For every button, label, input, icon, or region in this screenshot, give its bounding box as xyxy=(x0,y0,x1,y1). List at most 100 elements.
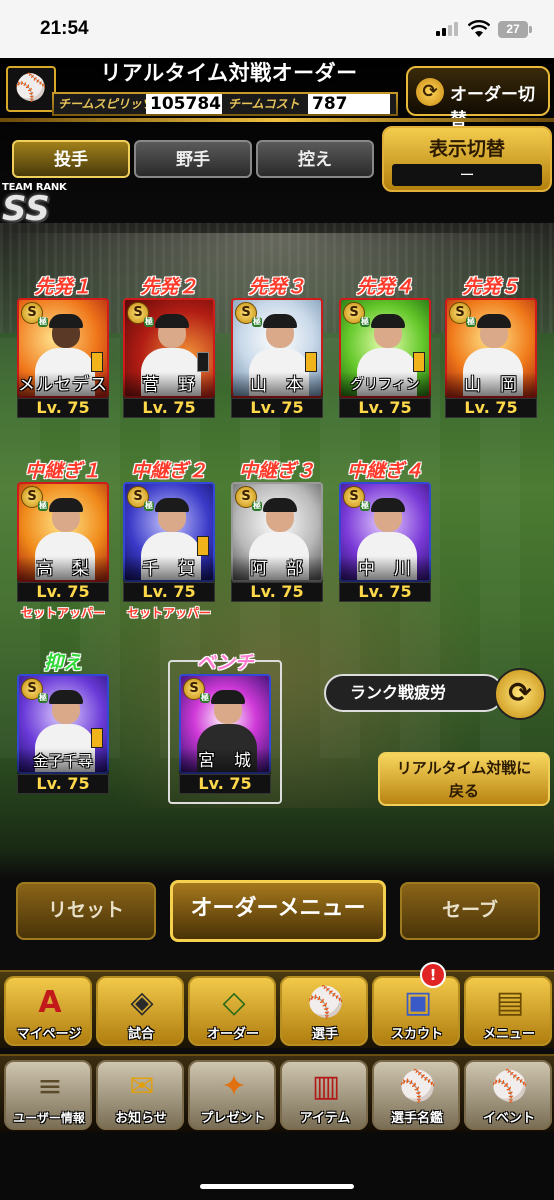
setup-man-tag: セットアッパー xyxy=(126,606,211,620)
nav-player-directory[interactable]: ⚾ 選手名鑑 xyxy=(372,1060,460,1130)
nav-game[interactable]: ◈ 試合 xyxy=(96,976,184,1046)
diamond-field-icon: ◇ xyxy=(222,985,246,1020)
order-switch-label: オーダー切替 xyxy=(450,85,535,130)
player-name: 千 賀 xyxy=(123,556,215,582)
player-name: 菅 野 xyxy=(123,372,215,398)
team-logo-icon[interactable]: ⚾ xyxy=(6,66,56,112)
player-name: メルセデス xyxy=(17,372,109,398)
player-name: グリフィン xyxy=(339,372,431,398)
scout-card-icon: ▣ xyxy=(403,985,433,1020)
rarity-s-badge-icon: S極 xyxy=(449,302,476,327)
nav-label: 試合 xyxy=(127,1027,154,1042)
sub-nav: ≡ ユーザー情報 ✉ お知らせ ✦ プレゼント ▥ アイテム ⚾ 選手名鑑 ⚾ … xyxy=(0,1054,554,1132)
player-level: Lv. 75 xyxy=(179,774,271,794)
rarity-s-badge-icon: S極 xyxy=(343,302,370,327)
team-stats-strip: チームスピリッツ 105784 チームコスト 787 xyxy=(52,92,398,116)
player-directory-icon: ⚾ xyxy=(399,1069,437,1104)
slot-role: 先発３ xyxy=(248,276,306,298)
team-cost-label: チームコスト xyxy=(228,97,300,111)
team-spirits-label: チームスピリッツ xyxy=(58,97,154,111)
item-book-icon: ▥ xyxy=(311,1069,341,1104)
condition-chip xyxy=(305,352,317,372)
condition-chip xyxy=(197,536,209,556)
slot-role: 先発５ xyxy=(462,276,520,298)
nav-present[interactable]: ✦ プレゼント xyxy=(188,1060,276,1130)
page-title-bar: リアルタイム対戦オーダー xyxy=(60,58,398,90)
status-time: 21:54 xyxy=(40,18,89,39)
nav-label: メニュー xyxy=(482,1027,535,1042)
slot-role: 抑え xyxy=(43,652,82,674)
rank-fatigue-label: ランク戦疲労 xyxy=(324,674,504,712)
player-level: Lv. 75 xyxy=(123,582,215,602)
tab-reserve[interactable]: 控え xyxy=(256,140,374,178)
nav-players[interactable]: ⚾ 選手 xyxy=(280,976,368,1046)
slot-role: 先発１ xyxy=(34,276,92,298)
player-level: Lv. 75 xyxy=(231,582,323,602)
back-button-line1: リアルタイム対戦に xyxy=(396,759,532,777)
display-switch-value: ー xyxy=(392,164,542,186)
rarity-s-badge-icon: S極 xyxy=(183,678,210,703)
position-tabs: 投手 野手 控え xyxy=(12,140,376,180)
stadium-icon: ◈ xyxy=(130,985,154,1020)
rarity-s-badge-icon: S極 xyxy=(235,302,262,327)
nav-event[interactable]: ⚾ イベント xyxy=(464,1060,552,1130)
nav-news[interactable]: ✉ お知らせ xyxy=(96,1060,184,1130)
condition-chip xyxy=(197,352,209,372)
nav-label: アイテム xyxy=(299,1111,351,1126)
order-switch-button[interactable]: ⟳ オーダー切替 xyxy=(406,66,550,130)
nav-user-info[interactable]: ≡ ユーザー情報 xyxy=(4,1060,92,1130)
rarity-s-badge-icon: S極 xyxy=(127,302,154,327)
nav-label: 選手 xyxy=(311,1027,338,1042)
main-nav: A マイページ ◈ 試合 ◇ オーダー ⚾ 選手 ▣ スカウト ▤ メニュー xyxy=(0,970,554,1048)
nav-label: プレゼント xyxy=(200,1111,266,1126)
slot-role: 中継ぎ３ xyxy=(238,460,315,482)
wifi-icon xyxy=(468,20,490,37)
nav-label: スカウト xyxy=(390,1027,443,1042)
nav-label: イベント xyxy=(482,1111,535,1126)
slot-role: 先発２ xyxy=(140,276,198,298)
player-level: Lv. 75 xyxy=(339,582,431,602)
slot-role: 中継ぎ１ xyxy=(24,460,101,482)
rarity-s-badge-icon: S極 xyxy=(21,678,48,703)
cellular-signal-icon xyxy=(436,22,460,36)
swap-icon: ⟳ xyxy=(416,78,444,106)
setup-man-tag: セットアッパー xyxy=(20,606,105,620)
menu-icon: ▤ xyxy=(495,985,525,1020)
slot-role: ベンチ xyxy=(196,652,254,674)
nav-order[interactable]: ◇ オーダー xyxy=(188,976,276,1046)
nav-scout[interactable]: ▣ スカウト xyxy=(372,976,460,1046)
slot-role: 中継ぎ４ xyxy=(346,460,423,482)
nav-items[interactable]: ▥ アイテム xyxy=(280,1060,368,1130)
nav-label: 選手名鑑 xyxy=(390,1111,443,1126)
user-info-icon: ≡ xyxy=(37,1069,63,1104)
back-to-realtime-button[interactable]: リアルタイム対戦に 戻る xyxy=(378,752,550,806)
player-name: 金子千尋 xyxy=(17,748,109,774)
player-level: Lv. 75 xyxy=(17,398,109,418)
player-level: Lv. 75 xyxy=(17,774,109,794)
save-button[interactable]: セーブ xyxy=(400,882,540,940)
player-name: 高 梨 xyxy=(17,556,109,582)
display-switch-button[interactable]: 表示切替 ー xyxy=(382,126,552,192)
home-indicator[interactable] xyxy=(200,1184,354,1189)
news-icon: ✉ xyxy=(129,1069,155,1104)
rank-fatigue-button[interactable]: ランク戦疲労 ⟳ xyxy=(324,668,550,720)
nav-label: オーダー xyxy=(206,1027,259,1042)
rarity-s-badge-icon: S極 xyxy=(127,486,154,511)
player-name: 阿 部 xyxy=(231,556,323,582)
condition-chip xyxy=(413,352,425,372)
nav-mypage[interactable]: A マイページ xyxy=(4,976,92,1046)
back-button-line2: 戻る xyxy=(448,782,479,800)
reset-button[interactable]: リセット xyxy=(16,882,156,940)
slot-role: 先発４ xyxy=(356,276,414,298)
tab-pitcher[interactable]: 投手 xyxy=(12,140,130,178)
tab-fielder[interactable]: 野手 xyxy=(134,140,252,178)
rarity-s-badge-icon: S極 xyxy=(21,486,48,511)
rarity-s-badge-icon: S極 xyxy=(235,486,262,511)
status-bar: 21:54 27 xyxy=(0,0,554,58)
battery-icon: 27 xyxy=(498,21,532,38)
condition-chip xyxy=(91,352,103,372)
player-name: 中 川 xyxy=(339,556,431,582)
order-menu-button[interactable]: オーダーメニュー xyxy=(170,880,386,942)
rarity-s-badge-icon: S極 xyxy=(343,486,370,511)
nav-menu[interactable]: ▤ メニュー xyxy=(464,976,552,1046)
